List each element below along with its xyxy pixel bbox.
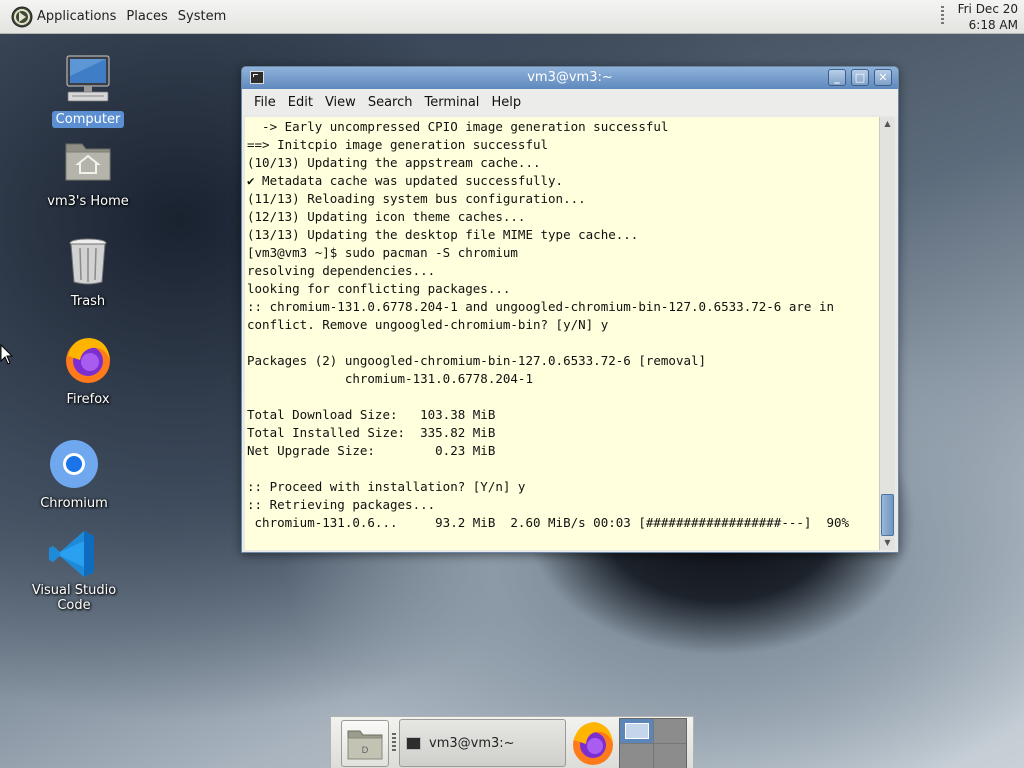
- menu-file[interactable]: File: [248, 95, 282, 110]
- desktop-icon-label: Computer: [51, 111, 125, 128]
- workspace-1[interactable]: [620, 719, 653, 743]
- terminal-menubar: File Edit View Search Terminal Help: [242, 89, 898, 115]
- terminal-line: Packages (2) ungoogled-chromium-bin-127.…: [247, 353, 707, 368]
- desktop-icon-computer[interactable]: Computer: [28, 54, 148, 128]
- bottom-panel: D vm3@vm3:~: [330, 716, 694, 768]
- terminal-output[interactable]: -> Early uncompressed CPIO image generat…: [245, 117, 879, 550]
- minimize-button[interactable]: _: [828, 69, 846, 86]
- home-folder-icon: [65, 143, 111, 181]
- menu-places[interactable]: Places: [126, 9, 177, 24]
- firefox-icon: [66, 338, 110, 383]
- desktop-icon-trash[interactable]: Trash: [28, 236, 148, 310]
- terminal-line: looking for conflicting packages...: [247, 281, 511, 296]
- window-titlebar[interactable]: vm3@vm3:~ _ □ ✕: [242, 67, 898, 89]
- workspace-switcher[interactable]: [619, 718, 687, 768]
- close-button[interactable]: ✕: [874, 69, 892, 86]
- taskbar-window-label: vm3@vm3:~: [429, 735, 515, 751]
- scroll-down-arrow-icon[interactable]: ▼: [880, 536, 895, 550]
- clock-time: 6:18 AM: [968, 18, 1018, 32]
- terminal-line: resolving dependencies...: [247, 263, 436, 278]
- terminal-line: chromium-131.0.6... 93.2 MiB 2.60 MiB/s …: [247, 515, 850, 530]
- desktop-icon-label: vm3's Home: [47, 194, 129, 209]
- taskbar-window-button[interactable]: vm3@vm3:~: [399, 719, 566, 767]
- terminal-line: Net Upgrade Size: 0.23 MiB: [247, 443, 496, 458]
- terminal-line: [vm3@vm3 ~]$ sudo pacman -S chromium: [247, 245, 518, 260]
- vscode-icon: [49, 531, 94, 577]
- menu-help[interactable]: Help: [485, 95, 527, 110]
- workspace-4[interactable]: [653, 744, 686, 768]
- terminal-line: (13/13) Updating the desktop file MIME t…: [247, 227, 639, 242]
- menu-system[interactable]: System: [178, 9, 236, 24]
- workspace-3[interactable]: [620, 744, 653, 768]
- desktop-icon-label: Visual Studio Code: [31, 583, 117, 613]
- terminal-scrollbar[interactable]: ▲ ▼: [879, 117, 895, 550]
- terminal-line: (12/13) Updating icon theme caches...: [247, 209, 526, 224]
- terminal-line: :: Proceed with installation? [Y/n] y: [247, 479, 526, 494]
- trash-icon: [69, 238, 107, 285]
- desktop-icon-vscode[interactable]: Visual Studio Code: [14, 528, 134, 614]
- terminal-line: chromium-131.0.6778.204-1: [247, 371, 533, 386]
- clock-date: Fri Dec 20: [957, 2, 1018, 16]
- scroll-up-arrow-icon[interactable]: ▲: [880, 117, 895, 131]
- firefox-launcher-icon[interactable]: [569, 719, 617, 767]
- scroll-thumb[interactable]: [881, 494, 894, 536]
- menu-search[interactable]: Search: [362, 95, 419, 110]
- mouse-cursor-icon: [0, 344, 14, 365]
- panel-grip: [941, 6, 944, 26]
- terminal-line: (10/13) Updating the appstream cache...: [247, 155, 541, 170]
- desktop-icon-firefox[interactable]: Firefox: [28, 334, 148, 408]
- system-logo-icon[interactable]: [11, 6, 33, 28]
- menu-edit[interactable]: Edit: [282, 95, 319, 110]
- show-desktop-icon: D: [347, 730, 383, 760]
- terminal-line: Total Download Size: 103.38 MiB: [247, 407, 496, 422]
- workspace-2[interactable]: [653, 719, 686, 743]
- computer-icon: [66, 55, 110, 102]
- menu-view[interactable]: View: [319, 95, 362, 110]
- desktop-icon-home[interactable]: vm3's Home: [28, 136, 148, 210]
- terminal-line: conflict. Remove ungoogled-chromium-bin?…: [247, 317, 609, 332]
- menu-applications[interactable]: Applications: [37, 9, 126, 24]
- chromium-icon: [50, 440, 98, 488]
- terminal-line: Total Installed Size: 335.82 MiB: [247, 425, 496, 440]
- desktop-icon-label: Chromium: [40, 496, 108, 511]
- terminal-window[interactable]: vm3@vm3:~ _ □ ✕ File Edit View Search Te…: [241, 66, 899, 553]
- desktop-icon-label: Firefox: [66, 392, 110, 407]
- top-panel: Applications Places System Fri Dec 20 6:…: [0, 0, 1024, 34]
- desktop-icon-chromium[interactable]: Chromium: [14, 438, 134, 512]
- desktop-icon-label: Trash: [70, 294, 106, 309]
- terminal-icon: [406, 736, 421, 750]
- terminal-line: ✔ Metadata cache was updated successfull…: [247, 173, 564, 188]
- terminal-line: -> Early uncompressed CPIO image generat…: [247, 119, 669, 134]
- terminal-text: -> Early uncompressed CPIO image generat…: [245, 118, 879, 532]
- terminal-line: :: chromium-131.0.6778.204-1 and ungoogl…: [247, 299, 834, 314]
- menu-terminal[interactable]: Terminal: [418, 95, 485, 110]
- terminal-line: (11/13) Reloading system bus configurati…: [247, 191, 586, 206]
- terminal-line: ==> Initcpio image generation successful: [247, 137, 549, 152]
- clock[interactable]: Fri Dec 20 6:18 AM: [946, 1, 1018, 33]
- show-desktop-button[interactable]: D: [341, 720, 389, 767]
- window-title: vm3@vm3:~: [527, 70, 613, 85]
- maximize-button[interactable]: □: [851, 69, 869, 86]
- terminal-line: :: Retrieving packages...: [247, 497, 436, 512]
- taskbar-grip[interactable]: [392, 733, 396, 751]
- svg-text:D: D: [362, 746, 369, 756]
